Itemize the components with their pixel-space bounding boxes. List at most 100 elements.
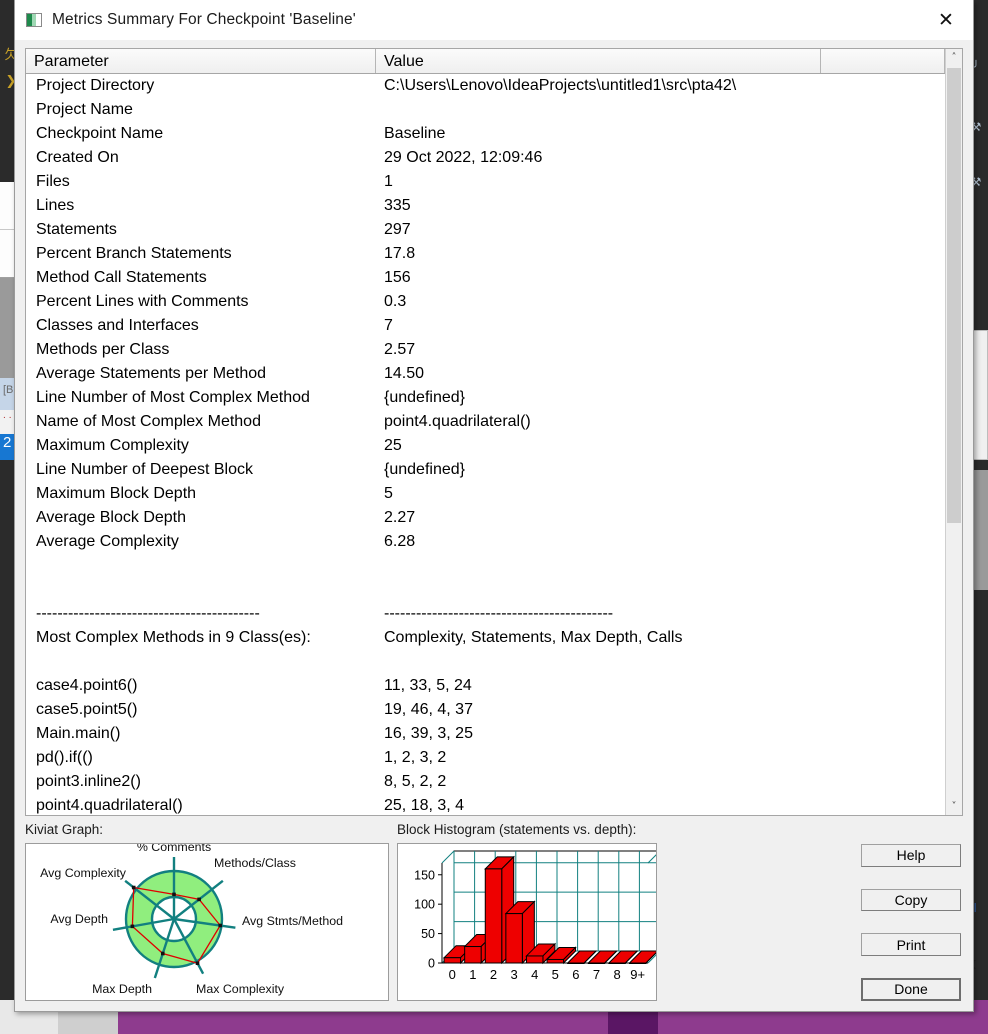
kiviat-data-point-2: [218, 923, 223, 928]
help-button[interactable]: Help: [861, 844, 961, 867]
table-row[interactable]: point3.inline2() 8, 5, 2, 2: [26, 770, 945, 794]
cell-parameter: Main.main(): [36, 725, 121, 742]
column-header-blank[interactable]: [821, 49, 945, 73]
table-row[interactable]: Statements 297: [26, 218, 945, 242]
cell-parameter: Files: [36, 173, 70, 190]
scroll-down-icon[interactable]: ˅: [946, 798, 962, 815]
cell-value: 11, 33, 5, 24: [384, 677, 472, 694]
done-button[interactable]: Done: [861, 977, 961, 1001]
histogram-x-tick: 8: [613, 967, 620, 982]
table-row[interactable]: Average Block Depth 2.27: [26, 506, 945, 530]
cell-parameter: Method Call Statements: [36, 269, 207, 286]
cell-parameter: Methods per Class: [36, 341, 170, 358]
kiviat-label: Kiviat Graph:: [25, 822, 104, 837]
column-header-value[interactable]: Value: [376, 49, 821, 73]
column-header-parameter[interactable]: Parameter: [26, 49, 376, 73]
table-row[interactable]: Checkpoint Name Baseline: [26, 122, 945, 146]
table-row[interactable]: Classes and Interfaces 7: [26, 314, 945, 338]
app-metrics-icon: [26, 12, 42, 27]
table-row[interactable]: Project Directory C:\Users\Lenovo\IdeaPro…: [26, 74, 945, 98]
cell-parameter: Created On: [36, 149, 119, 166]
table-row[interactable]: Percent Branch Statements 17.8: [26, 242, 945, 266]
cell-parameter: Lines: [36, 197, 75, 214]
table-vertical-scrollbar[interactable]: ˄ ˅: [945, 49, 962, 815]
cell-parameter: ----------------------------------------…: [36, 605, 260, 622]
cell-value: point4.quadrilateral(): [384, 413, 531, 430]
cell-value: 16, 39, 3, 25: [384, 725, 473, 742]
table-row[interactable]: pd().if(() 1, 2, 3, 2: [26, 746, 945, 770]
table-row[interactable]: Average Statements per Method 14.50: [26, 362, 945, 386]
kiviat-data-point-1: [197, 897, 201, 902]
histogram-x-tick: 6: [572, 967, 579, 982]
cell-parameter: point3.inline2(): [36, 773, 141, 790]
kiviat-chart[interactable]: % Comments Methods/Class Avg Stmts/Method M…: [25, 843, 389, 1001]
table-row[interactable]: Files 1: [26, 170, 945, 194]
table-row[interactable]: Methods per Class 2.57: [26, 338, 945, 362]
dialog-bottom-region: Kiviat Graph: % Comments Methods/Class Avg…: [25, 816, 963, 1011]
histogram-x-tick: 4: [531, 967, 538, 982]
cell-parameter: Classes and Interfaces: [36, 317, 199, 334]
metrics-table-header: Parameter Value: [26, 49, 945, 74]
cell-parameter: point4.quadrilateral(): [36, 797, 183, 814]
metrics-table: Parameter Value Project Directory C:\User…: [25, 48, 963, 816]
cell-parameter: Percent Branch Statements: [36, 245, 232, 262]
cell-value: C:\Users\Lenovo\IdeaProjects\untitled1\s…: [384, 77, 737, 94]
print-button[interactable]: Print: [861, 933, 961, 956]
histogram-svg: 0501001500 1 2 3 4 5 6 7 8 9+: [414, 850, 656, 982]
close-icon[interactable]: ✕: [919, 0, 973, 40]
scroll-up-icon[interactable]: ˄: [946, 49, 962, 66]
table-row[interactable]: case4.point6() 11, 33, 5, 24: [26, 674, 945, 698]
table-row[interactable]: [26, 554, 945, 578]
table-row[interactable]: Method Call Statements 156: [26, 266, 945, 290]
table-row[interactable]: [26, 650, 945, 674]
cell-value: 14.50: [384, 365, 425, 382]
cell-value: 5: [384, 485, 393, 502]
table-row[interactable]: Percent Lines with Comments 0.3: [26, 290, 945, 314]
histogram-y-tick: 100: [414, 898, 435, 912]
scrollbar-thumb[interactable]: [947, 68, 961, 523]
kiviat-axis-label-0: % Comments: [137, 844, 211, 854]
table-row[interactable]: Maximum Complexity 25: [26, 434, 945, 458]
scrollbar-track[interactable]: [946, 66, 962, 798]
cell-parameter: Average Block Depth: [36, 509, 187, 526]
histogram-panel: Block Histogram (statements vs. depth): …: [397, 822, 657, 1001]
table-row[interactable]: ----------------------------------------…: [26, 602, 945, 626]
cell-parameter: Maximum Complexity: [36, 437, 189, 454]
cell-parameter: Most Complex Methods in 9 Class(es):: [36, 629, 311, 646]
table-row[interactable]: Project Name: [26, 98, 945, 122]
cell-parameter: pd().if((): [36, 749, 93, 766]
cell-value: 17.8: [384, 245, 416, 262]
table-row[interactable]: [26, 578, 945, 602]
table-row[interactable]: Main.main() 16, 39, 3, 25: [26, 722, 945, 746]
cell-parameter: Maximum Block Depth: [36, 485, 197, 502]
cell-parameter: Statements: [36, 221, 117, 238]
kiviat-axis-label-1: Methods/Class: [214, 856, 296, 870]
cell-value: 25: [384, 437, 402, 454]
histogram-x-tick: 2: [490, 967, 497, 982]
kiviat-data-point-0: [172, 892, 176, 897]
histogram-chart[interactable]: 0 50 100 150 0 1 2 3 4 5 6 7 8 9+: [397, 843, 657, 1001]
table-row[interactable]: point4.quadrilateral() 25, 18, 3, 4: [26, 794, 945, 815]
table-row[interactable]: Name of Most Complex Method point4.quadri…: [26, 410, 945, 434]
kiviat-axis-label-2: Avg Stmts/Method: [242, 914, 343, 928]
kiviat-panel: Kiviat Graph: % Comments Methods/Class Avg…: [25, 822, 389, 1001]
cell-value: 156: [384, 269, 411, 286]
dialog-button-column: Help Copy Print Done: [861, 822, 961, 1001]
table-row[interactable]: case5.point5() 19, 46, 4, 37: [26, 698, 945, 722]
table-row[interactable]: Line Number of Most Complex Method {undef…: [26, 386, 945, 410]
cell-parameter: case5.point5(): [36, 701, 138, 718]
table-row[interactable]: Most Complex Methods in 9 Class(es): Comp…: [26, 626, 945, 650]
cell-value: 8, 5, 2, 2: [384, 773, 447, 790]
cell-value: 297: [384, 221, 411, 238]
table-row[interactable]: Line Number of Deepest Block {undefined}: [26, 458, 945, 482]
cell-parameter: Average Complexity: [36, 533, 179, 550]
table-row[interactable]: Created On 29 Oct 2022, 12:09:46: [26, 146, 945, 170]
kiviat-data-point-3: [195, 961, 200, 966]
copy-button[interactable]: Copy: [861, 888, 961, 912]
table-row[interactable]: Maximum Block Depth 5: [26, 482, 945, 506]
cell-value: 335: [384, 197, 411, 214]
table-row[interactable]: Lines 335: [26, 194, 945, 218]
table-row[interactable]: Average Complexity 6.28: [26, 530, 945, 554]
kiviat-data-point-6: [131, 885, 136, 890]
dialog-titlebar[interactable]: Metrics Summary For Checkpoint 'Baseline…: [15, 0, 973, 40]
